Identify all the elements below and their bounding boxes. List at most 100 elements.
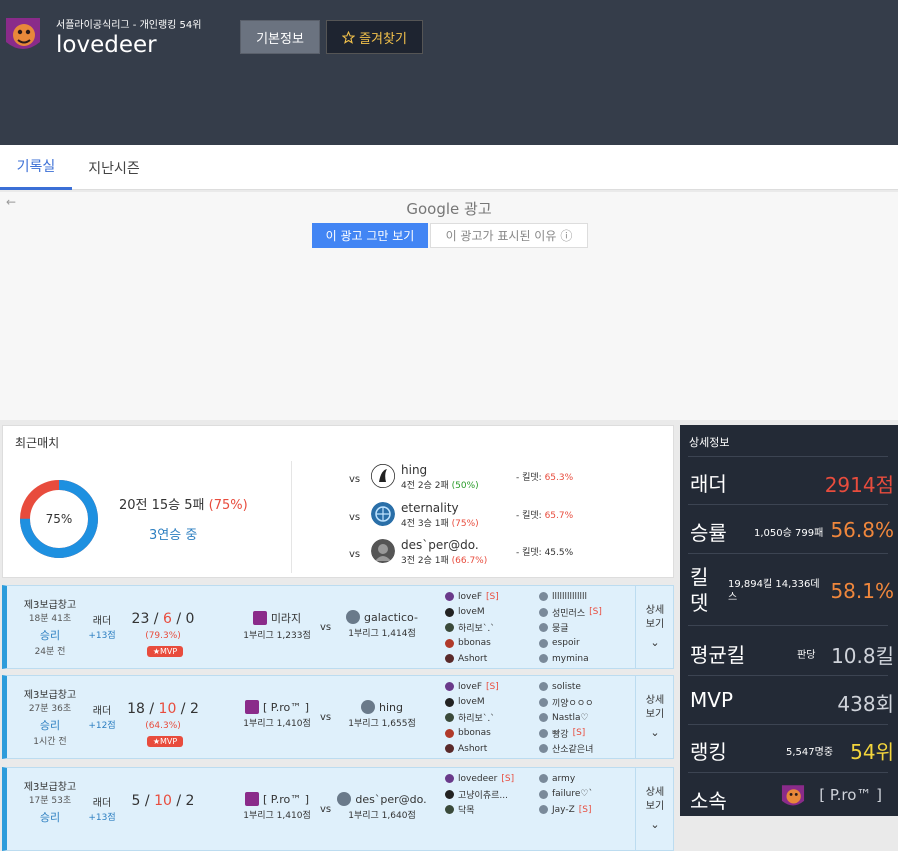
kd-value: 65.3% [544, 473, 574, 483]
team-member[interactable]: 빵강 [S] [539, 726, 639, 742]
member-tag: [S] [589, 607, 602, 618]
member-name: bbonas [458, 728, 491, 739]
team-member[interactable]: 뭉글 [539, 620, 639, 636]
player-icon [445, 728, 454, 738]
opponent-name[interactable]: hing [401, 463, 427, 477]
stop-ad-button[interactable]: 이 광고 그만 보기 [312, 223, 428, 248]
member-name: 닥목 [458, 806, 475, 817]
team-member[interactable]: lovedeer [S] [445, 771, 545, 787]
match-detail-button[interactable]: 상세 보기 ⌄ [635, 676, 674, 758]
team-member[interactable]: bbonas [445, 636, 545, 652]
match-kda: 18 / 10 / 2 [117, 701, 209, 717]
kda-sep: / [176, 701, 190, 717]
player-icon [539, 697, 548, 707]
match-card[interactable]: 제3보급창고 27분 36초 승리 1시간 전 래더 +12점 18 / 10 … [2, 675, 674, 759]
player-name: des`per@do. [355, 792, 427, 806]
team-member[interactable]: Ashort [445, 741, 545, 757]
vs-label: vs [349, 474, 361, 485]
opponent-row[interactable]: vs hing 4전 2승 2패 (50%) - 킬뎃: 65.3% [349, 463, 649, 496]
team-member[interactable]: bbonas [445, 726, 545, 742]
team-member[interactable]: mymina [539, 651, 639, 667]
team-member[interactable]: Ashort [445, 651, 545, 667]
team-member[interactable]: 닥목 [445, 802, 545, 818]
match-time-ago: 1시간 전 [33, 737, 67, 747]
player-name: galactico- [364, 610, 418, 624]
kda-sep: / [140, 793, 155, 809]
team-member[interactable]: Nastla♡ [539, 710, 639, 726]
kills: 23 [131, 611, 150, 627]
match-detail-button[interactable]: 상세 보기 ⌄ [635, 768, 674, 850]
mvp-badge: ★ MVP [147, 736, 183, 747]
match-map: 제3보급창고 [23, 600, 77, 611]
ad-label: 광고 [464, 200, 492, 218]
member-tag: [S] [486, 681, 499, 692]
player-one[interactable]: [ P.ro™ ] 1부리그 1,410점 [232, 792, 322, 821]
team-member[interactable]: 산소같은녀 [539, 741, 639, 757]
match-map: 제3보급창고 [23, 690, 77, 701]
member-name: soliste [552, 681, 581, 692]
team-member[interactable]: loveM [445, 605, 545, 621]
tab-past-seasons[interactable]: 지난시즌 [76, 145, 152, 190]
win-streak: 3연승 중 [149, 528, 198, 543]
player-one[interactable]: 미라지 1부리그 1,233점 [232, 610, 322, 641]
player-two[interactable]: hing 1부리그 1,655점 [337, 700, 427, 729]
team-member[interactable]: 하리보`.` [445, 620, 545, 636]
record-text: 3전 2승 1패 [401, 556, 449, 566]
player-one[interactable]: [ P.ro™ ] 1부리그 1,410점 [232, 700, 322, 729]
tab-records[interactable]: 기록실 [0, 145, 72, 190]
team-b-list: soliste 끼양ㅇㅇㅇ Nastla♡ 빵강 [S] 산소같은녀 [539, 679, 639, 757]
basic-info-button[interactable]: 기본정보 [240, 20, 320, 54]
match-detail-button[interactable]: 상세 보기 ⌄ [635, 586, 674, 668]
member-name: 하리보`.` [458, 714, 495, 725]
why-ad-button[interactable]: 이 광고가 표시된 이유 ⓘ [430, 223, 588, 248]
opponent-row[interactable]: vs des`per@do. 3전 2승 1패 (66.7%) - 킬뎃: 45… [349, 538, 649, 571]
rank-label: 랭킹 [690, 740, 727, 764]
team-a-list: lovedeer [S] 고냥이츄르... 닥목 [445, 771, 545, 818]
match-points: +12점 [88, 721, 116, 731]
match-card[interactable]: 제3보급창고 18분 41초 승리 24분 전 래더 +13점 23 / 6 /… [2, 585, 674, 669]
team-member[interactable]: army [539, 771, 639, 787]
kd-row: 킬뎃 19,894킬 14,336데 스 58.1% [688, 553, 894, 625]
player-two[interactable]: des`per@do. 1부리그 1,640점 [337, 792, 427, 821]
team-member[interactable]: loveM [445, 695, 545, 711]
match-type: 래더 [92, 616, 112, 627]
clan-label: 소속 [690, 789, 727, 813]
player-two[interactable]: galactico- 1부리그 1,414점 [337, 610, 427, 639]
player-icon [539, 607, 548, 617]
match-map: 제3보급창고 [23, 782, 77, 793]
team-member[interactable]: failure♡` [539, 787, 639, 803]
team-member[interactable]: 하리보`.` [445, 710, 545, 726]
mvp-badge: ★ MVP [147, 646, 183, 657]
team-member[interactable]: 끼양ㅇㅇㅇ [539, 695, 639, 711]
member-tag: [S] [578, 804, 592, 815]
donut-label: 75% [46, 512, 73, 526]
match-card[interactable]: 제3보급창고 17분 53초 승리 래더 +13점 5 / 10 / 2 [ P… [2, 767, 674, 851]
winrate-value: 56.8% [830, 518, 894, 542]
team-member[interactable]: 고냥이츄르... [445, 787, 545, 803]
match-kda: 23 / 6 / 0 [117, 611, 209, 627]
team-member[interactable]: llllllllllllll [539, 589, 639, 605]
team-member[interactable]: 성민러스 [S] [539, 605, 639, 621]
team-member[interactable]: loveF [S] [445, 589, 545, 605]
opponent-row[interactable]: vs eternality 4전 3승 1패 (75%) - 킬뎃: 65.7% [349, 501, 649, 534]
member-name: lovedeer [458, 773, 498, 784]
team-member[interactable]: Jay-Z [S] [539, 802, 639, 818]
member-name: Nastla♡ [552, 712, 589, 723]
player-icon [445, 654, 454, 664]
team-member[interactable]: soliste [539, 679, 639, 695]
opponent-record: 3전 2승 1패 (66.7%) [401, 553, 487, 566]
team-member[interactable]: loveF [S] [445, 679, 545, 695]
player-icon [539, 728, 548, 738]
favorite-button[interactable]: 즐겨찾기 [326, 20, 423, 54]
mvp-value: 438회 [837, 692, 894, 716]
member-name: mymina [552, 653, 589, 664]
player-rank: 1부리그 1,410점 [243, 811, 311, 821]
opponent-name[interactable]: eternality [401, 501, 459, 515]
team-member[interactable]: espoir [539, 636, 639, 652]
match-duration: 17분 53초 [28, 796, 72, 806]
clan-value[interactable]: [ P.ro™ ] [819, 786, 882, 804]
ladder-label: 래더 [690, 472, 727, 496]
tab-bar: 기록실 지난시즌 [0, 145, 898, 190]
winrate-sub: 1,050승 799패 [754, 528, 824, 539]
opponent-name[interactable]: des`per@do. [401, 538, 479, 552]
